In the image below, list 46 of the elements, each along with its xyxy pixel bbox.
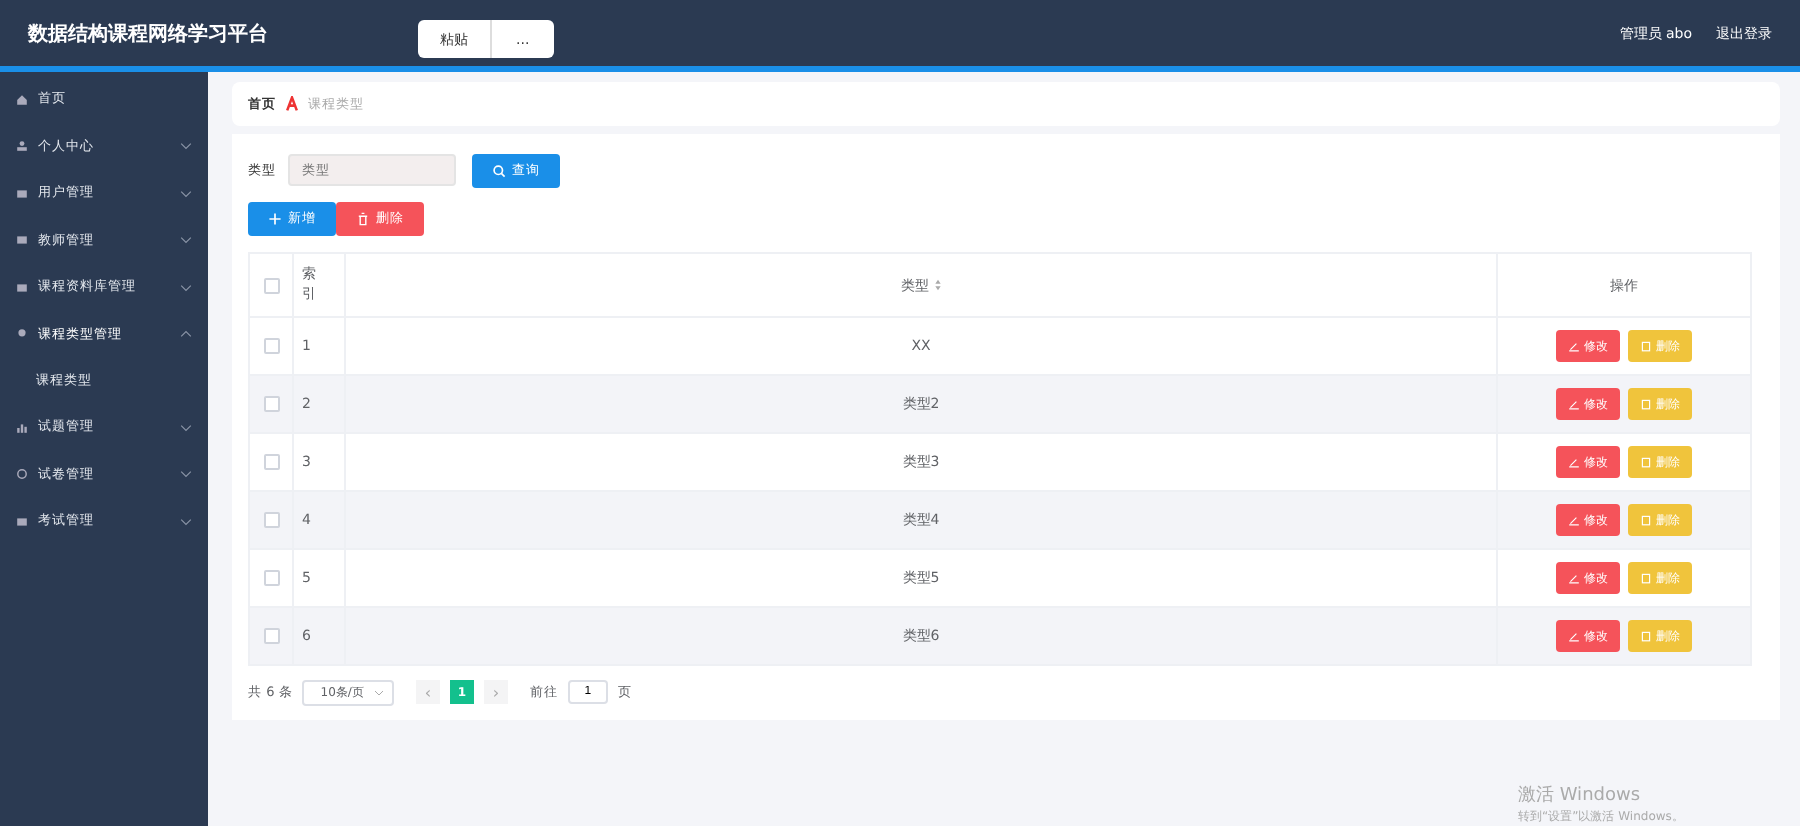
trash-icon bbox=[1640, 572, 1652, 584]
row-checkbox[interactable] bbox=[263, 396, 279, 413]
app-title: 数据结构课程网络学习平台 bbox=[28, 21, 270, 47]
chevron-icon bbox=[180, 236, 192, 245]
row-checkbox[interactable] bbox=[263, 454, 279, 471]
trash-icon bbox=[1640, 630, 1652, 642]
chevron-icon bbox=[180, 517, 192, 526]
trash-icon bbox=[356, 212, 370, 226]
next-page-button[interactable]: › bbox=[483, 680, 508, 704]
pencil-icon bbox=[1568, 340, 1580, 352]
chevron-icon bbox=[180, 470, 192, 479]
trash-icon bbox=[1640, 456, 1652, 468]
pencil-icon bbox=[1568, 572, 1580, 584]
select-all-checkbox[interactable] bbox=[263, 277, 279, 294]
row-checkbox[interactable] bbox=[263, 338, 279, 355]
menu-icon bbox=[16, 187, 28, 200]
menu-icon bbox=[16, 234, 28, 247]
menu-icon bbox=[16, 93, 28, 106]
chevron-icon bbox=[180, 189, 192, 198]
chevron-icon bbox=[180, 423, 192, 432]
sort-icon[interactable] bbox=[933, 278, 941, 292]
pencil-icon bbox=[1568, 398, 1580, 410]
row-checkbox[interactable] bbox=[263, 512, 279, 529]
row-checkbox[interactable] bbox=[263, 570, 279, 587]
chevron-icon bbox=[180, 330, 192, 339]
previous-page-button[interactable]: ‹ bbox=[415, 680, 440, 704]
row-checkbox[interactable] bbox=[263, 628, 279, 645]
pencil-icon bbox=[1568, 456, 1580, 468]
activation-notice-title: 激活 Windows bbox=[1518, 783, 1643, 808]
trash-icon bbox=[1640, 340, 1652, 352]
menu-icon bbox=[16, 515, 28, 528]
pencil-icon bbox=[1568, 630, 1580, 642]
menu-icon bbox=[16, 281, 28, 294]
menu-icon bbox=[16, 328, 28, 341]
search-icon bbox=[492, 163, 506, 177]
menu-icon bbox=[16, 421, 28, 434]
plus-icon bbox=[268, 212, 282, 226]
menu-icon bbox=[16, 140, 28, 153]
trash-icon bbox=[1640, 514, 1652, 526]
pencil-icon bbox=[1568, 514, 1580, 526]
separator-icon bbox=[284, 96, 300, 112]
menu-icon bbox=[16, 468, 28, 481]
chevron-icon bbox=[180, 142, 192, 151]
chevron-icon bbox=[180, 283, 192, 292]
trash-icon bbox=[1640, 398, 1652, 410]
dropdown-caret-icon bbox=[373, 689, 384, 695]
